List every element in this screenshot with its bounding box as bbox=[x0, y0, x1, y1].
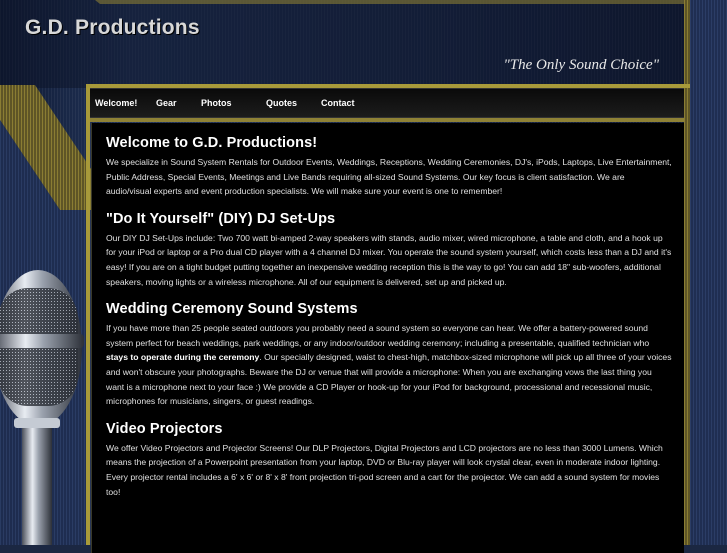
ceremony-body-emphasis: stays to operate during the ceremony bbox=[106, 352, 260, 363]
diy-section: "Do It Yourself" (DIY) DJ Set-Ups Our DI… bbox=[106, 211, 672, 289]
ceremony-section: Wedding Ceremony Sound Systems If you ha… bbox=[106, 301, 672, 409]
site-title: G.D. Productions bbox=[25, 16, 200, 39]
projectors-section: Video Projectors We offer Video Projecto… bbox=[106, 421, 672, 499]
diy-heading: "Do It Yourself" (DIY) DJ Set-Ups bbox=[106, 210, 336, 227]
ceremony-body-text: If you have more than 25 people seated o… bbox=[106, 323, 650, 348]
main-content: Welcome to G.D. Productions! We speciali… bbox=[91, 123, 684, 553]
welcome-heading: Welcome to G.D. Productions! bbox=[106, 135, 318, 151]
nav-gear[interactable]: Gear bbox=[151, 98, 196, 108]
projectors-body: We offer Video Projectors and Projector … bbox=[106, 442, 663, 497]
nav-quotes[interactable]: Quotes bbox=[261, 98, 316, 108]
welcome-body: We specialize in Sound System Rentals fo… bbox=[106, 157, 672, 197]
welcome-section: Welcome to G.D. Productions! We speciali… bbox=[106, 135, 672, 199]
nav-photos[interactable]: Photos bbox=[196, 98, 261, 108]
projectors-heading: Video Projectors bbox=[106, 420, 223, 437]
microphone-illustration bbox=[0, 270, 84, 545]
site-tagline: "The Only Sound Choice" bbox=[503, 57, 660, 73]
ceremony-heading: Wedding Ceremony Sound Systems bbox=[106, 301, 358, 318]
diy-body: Our DIY DJ Set-Ups include: Two 700 watt… bbox=[106, 232, 672, 287]
nav-contact[interactable]: Contact bbox=[316, 98, 381, 108]
main-nav: Welcome! Gear Photos Quotes Contact bbox=[90, 88, 684, 118]
nav-welcome[interactable]: Welcome! bbox=[90, 98, 151, 108]
ceremony-body: If you have more than 25 people seated o… bbox=[106, 321, 672, 409]
